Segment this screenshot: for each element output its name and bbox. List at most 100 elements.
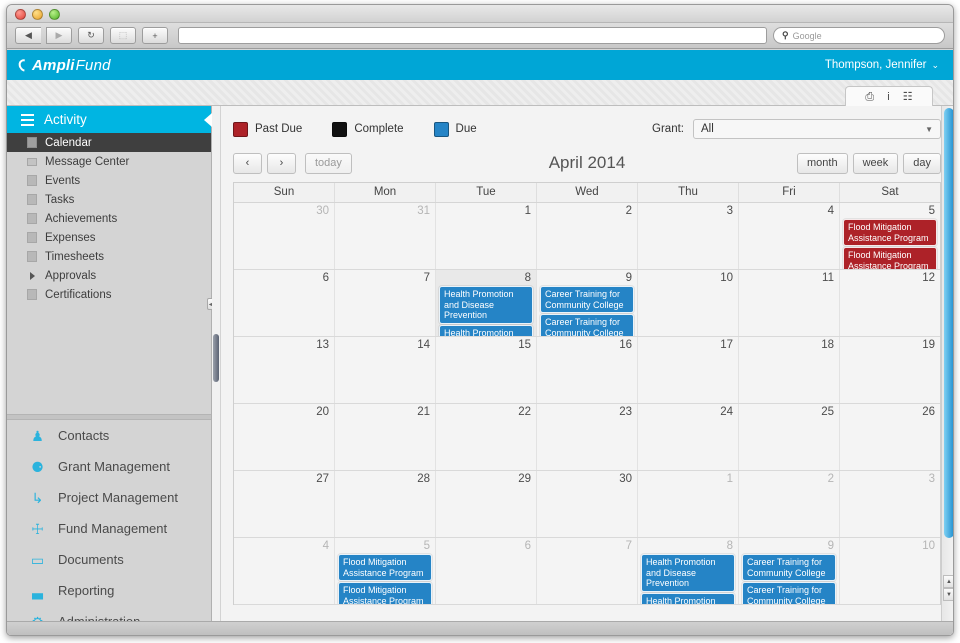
calendar-event[interactable]: Health Promotion and Disease Prevention <box>641 554 735 592</box>
calendar-day-cell[interactable]: 19 <box>840 337 940 403</box>
scroll-down-button[interactable]: ▼ <box>943 588 953 601</box>
page-scrollbar-track[interactable]: ▲ ▼ <box>940 106 953 635</box>
calendar-day-cell[interactable]: 29 <box>436 471 537 537</box>
view-week-button[interactable]: week <box>852 152 899 174</box>
view-month-button[interactable]: month <box>796 152 848 174</box>
calendar-day-cell[interactable]: 10 <box>638 270 739 336</box>
calendar-event[interactable]: Flood Mitigation Assistance Program <box>338 582 432 604</box>
content-scrollbar-thumb[interactable] <box>213 334 219 382</box>
calendar-day-cell[interactable]: 5 Flood Mitigation Assistance Program Floo… <box>335 538 436 604</box>
forward-button[interactable]: ▶ <box>46 27 72 44</box>
address-bar[interactable] <box>178 27 767 44</box>
new-tab-button[interactable]: + <box>142 27 168 44</box>
calendar-day-cell[interactable]: 25 <box>739 404 840 470</box>
calendar-day-cell[interactable]: 14 <box>335 337 436 403</box>
page-scrollbar-thumb[interactable] <box>944 108 953 538</box>
sidebar-item-achievements[interactable]: Achievements <box>7 209 211 228</box>
calendar-day-cell[interactable]: 12 <box>840 270 940 336</box>
today-button[interactable]: today <box>305 152 352 174</box>
print-icon[interactable]: ⎙ <box>865 92 874 103</box>
maximize-window-button[interactable] <box>49 9 60 20</box>
calendar-day-cell[interactable]: 7 <box>335 270 436 336</box>
calendar-day-cell[interactable]: 24 <box>638 404 739 470</box>
calendar-day-cell[interactable]: 22 <box>436 404 537 470</box>
calendar-event[interactable]: Flood Mitigation Assistance Program <box>843 247 937 269</box>
calendar-day-cell[interactable]: 9 Career Training for Community College Ca… <box>537 270 638 336</box>
calendar-day-cell[interactable]: 15 <box>436 337 537 403</box>
calendar-day-cell[interactable]: 8 Health Promotion and Disease Prevention… <box>638 538 739 604</box>
table-icon[interactable]: ☷ <box>903 92 913 103</box>
calendar-day-cell[interactable]: 3 <box>638 203 739 269</box>
sidebar-item-message-center[interactable]: Message Center <box>7 152 211 171</box>
calendar-event[interactable]: Flood Mitigation Assistance Program <box>843 219 937 246</box>
calendar-day-cell[interactable]: 10 <box>840 538 940 604</box>
grant-filter: Grant: All ▼ <box>652 119 941 139</box>
calendar-event[interactable]: Career Training for Community College <box>742 554 836 581</box>
close-window-button[interactable] <box>15 9 26 20</box>
calendar-day-cell[interactable]: 28 <box>335 471 436 537</box>
sidebar-item-approvals[interactable]: Approvals <box>7 266 211 285</box>
info-icon[interactable]: i <box>887 92 889 103</box>
calendar-event[interactable]: Career Training for Community College <box>540 286 634 313</box>
calendar-day-cell[interactable]: 9 Career Training for Community College Ca… <box>739 538 840 604</box>
scroll-up-button[interactable]: ▲ <box>943 575 953 588</box>
calendar-day-cell[interactable]: 1 <box>436 203 537 269</box>
calendar-day-cell[interactable]: 7 <box>537 538 638 604</box>
calendar-day-cell[interactable]: 2 <box>739 471 840 537</box>
calendar-day-cell[interactable]: 31 <box>335 203 436 269</box>
sidebar-item-project-management[interactable]: ↳ Project Management <box>7 482 211 513</box>
calendar-day-cell[interactable]: 11 <box>739 270 840 336</box>
sidebar-item-calendar[interactable]: Calendar <box>7 133 211 152</box>
content-scrollbar-track[interactable] <box>212 106 221 635</box>
calendar-day-cell[interactable]: 3 <box>840 471 940 537</box>
sidebar-item-expenses[interactable]: Expenses <box>7 228 211 247</box>
sidebar-item-fund-management[interactable]: ☩ Fund Management <box>7 513 211 544</box>
calendar-day-cell[interactable]: 16 <box>537 337 638 403</box>
day-number: 20 <box>316 406 329 418</box>
minimize-window-button[interactable] <box>32 9 43 20</box>
sidebar-item-certifications[interactable]: Certifications <box>7 285 211 304</box>
calendar-day-cell[interactable]: 23 <box>537 404 638 470</box>
sidebar-item-events[interactable]: Events <box>7 171 211 190</box>
calendar-day-cell[interactable]: 4 <box>234 538 335 604</box>
prev-month-button[interactable]: ‹ <box>233 152 262 174</box>
calendar-event[interactable]: Flood Mitigation Assistance Program <box>338 554 432 581</box>
calendar-event[interactable]: Health Promotion and Disease Prevention <box>439 286 533 324</box>
back-button[interactable]: ◀ <box>15 27 41 44</box>
browser-search-box[interactable]: ⚲ Google <box>773 27 945 44</box>
calendar-day-cell[interactable]: 30 <box>537 471 638 537</box>
calendar-day-cell[interactable]: 20 <box>234 404 335 470</box>
calendar-day-cell[interactable]: 5 Flood Mitigation Assistance Program Floo… <box>840 203 940 269</box>
calendar-event[interactable]: Health Promotion and Disease Prevention <box>641 592 735 604</box>
calendar-day-cell[interactable]: 30 <box>234 203 335 269</box>
calendar-day-cell[interactable]: 1 <box>638 471 739 537</box>
reload-button[interactable]: ↻ <box>78 27 104 44</box>
calendar-day-cell[interactable]: 4 <box>739 203 840 269</box>
calendar-event[interactable]: Health Promotion and Disease Prevention <box>439 324 533 336</box>
sidebar-item-grant-management[interactable]: ⚈ Grant Management <box>7 451 211 482</box>
sidebar-item-documents[interactable]: ▭ Documents <box>7 544 211 575</box>
calendar-day-cell[interactable]: 6 <box>436 538 537 604</box>
calendar-event[interactable]: Career Training for Community College <box>540 314 634 336</box>
calendar-day-cell[interactable]: 18 <box>739 337 840 403</box>
sidebar-section-activity[interactable]: Activity <box>7 106 212 133</box>
calendar-event[interactable]: Career Training for Community College <box>742 582 836 604</box>
calendar-day-cell[interactable]: 2 <box>537 203 638 269</box>
expand-triangle-icon[interactable] <box>30 271 35 280</box>
user-menu[interactable]: Thompson, Jennifer ⌄ <box>825 59 939 71</box>
calendar-day-cell[interactable]: 21 <box>335 404 436 470</box>
calendar-day-cell[interactable]: 26 <box>840 404 940 470</box>
sidebar-item-tasks[interactable]: Tasks <box>7 190 211 209</box>
calendar-day-cell[interactable]: 17 <box>638 337 739 403</box>
view-day-button[interactable]: day <box>903 152 941 174</box>
calendar-day-cell[interactable]: 6 <box>234 270 335 336</box>
next-month-button[interactable]: › <box>267 152 296 174</box>
snapshot-icon[interactable]: ⬚ <box>110 27 136 44</box>
calendar-day-cell[interactable]: 8 Health Promotion and Disease Prevention… <box>436 270 537 336</box>
calendar-day-cell[interactable]: 27 <box>234 471 335 537</box>
sidebar-item-contacts[interactable]: ♟ Contacts <box>7 420 211 451</box>
sidebar-item-timesheets[interactable]: Timesheets <box>7 247 211 266</box>
calendar-day-cell[interactable]: 13 <box>234 337 335 403</box>
grant-filter-select[interactable]: All ▼ <box>693 119 941 139</box>
sidebar-item-reporting[interactable]: ▃ Reporting <box>7 575 211 606</box>
